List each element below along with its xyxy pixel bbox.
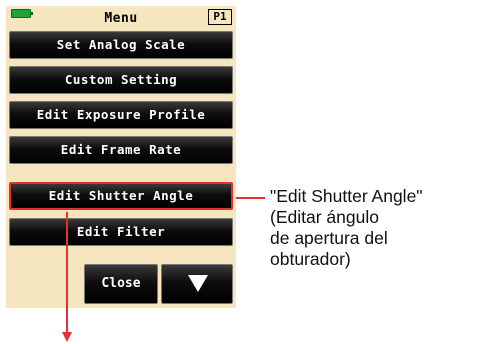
edit-filter-button[interactable]: Edit Filter	[9, 218, 233, 246]
annotation-line: (Editar ángulo	[270, 207, 379, 227]
callout-connector	[236, 197, 265, 199]
down-triangle-icon	[188, 275, 208, 292]
page-indicator: P1	[208, 9, 232, 25]
edit-exposure-profile-button[interactable]: Edit Exposure Profile	[9, 101, 233, 129]
annotation-text: "Edit Shutter Angle" (Editar ángulo de a…	[270, 186, 480, 270]
close-button[interactable]: Close	[84, 264, 158, 304]
status-bar: Menu P1	[6, 6, 236, 28]
custom-setting-button[interactable]: Custom Setting	[9, 66, 233, 94]
edit-frame-rate-button[interactable]: Edit Frame Rate	[9, 136, 233, 164]
menu-title: Menu	[104, 11, 138, 26]
set-analog-scale-button[interactable]: Set Analog Scale	[9, 31, 233, 59]
next-page-button[interactable]	[161, 264, 233, 304]
pointer-arrow-line	[66, 212, 68, 334]
annotation-line: de apertura del	[270, 228, 388, 248]
meter-screen: Menu P1 Set Analog Scale Custom Setting …	[6, 6, 236, 308]
arrow-down-icon	[62, 332, 72, 342]
annotation-line: obturador)	[270, 249, 351, 269]
edit-shutter-angle-button[interactable]: Edit Shutter Angle	[9, 182, 233, 210]
annotation-line: "Edit Shutter Angle"	[270, 186, 423, 206]
